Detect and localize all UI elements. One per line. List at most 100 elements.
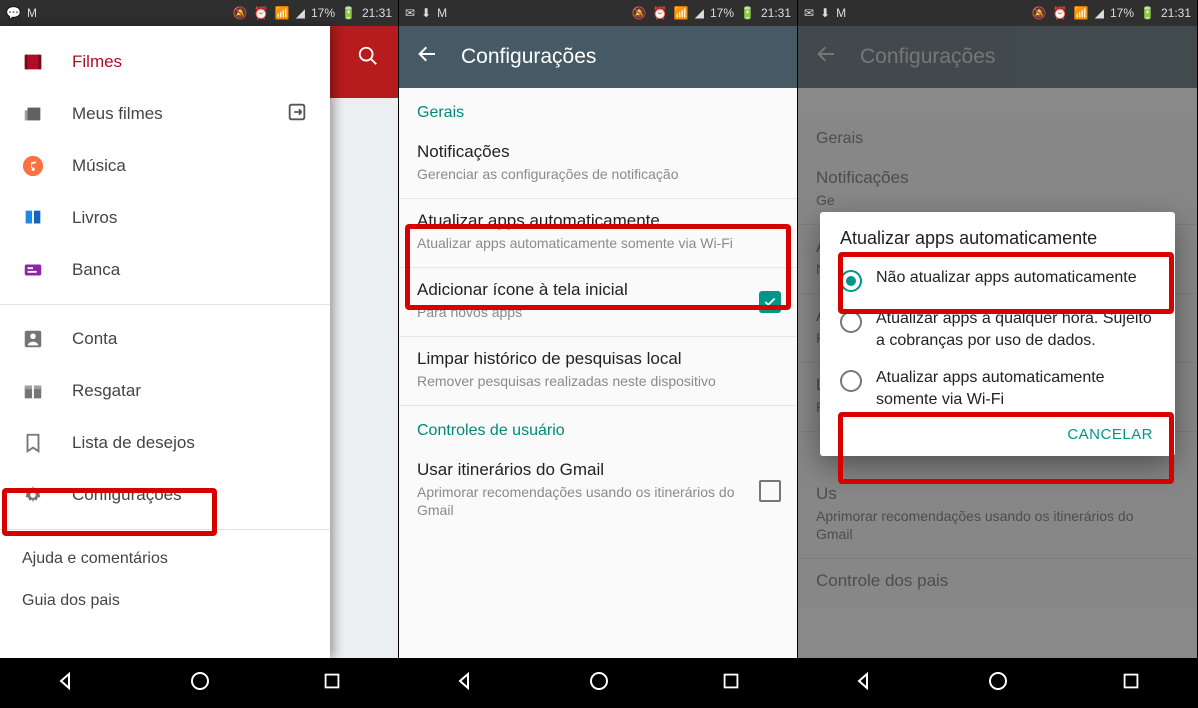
setting-clear-history[interactable]: Limpar histórico de pesquisas local Remo…: [399, 337, 797, 406]
setting-subtitle: Aprimorar recomendações usando os itiner…: [417, 483, 779, 521]
mute-icon: 🔕: [233, 6, 248, 20]
status-bar: 💬 M 🔕 ⏰ 📶 ◢ 17% 🔋 21:31: [0, 0, 398, 26]
pane-dialog: ✉ ⬇ M 🔕 ⏰ 📶 ◢ 17% 🔋 21:31 Configurações: [798, 0, 1197, 708]
battery-pct: 17%: [311, 6, 335, 20]
wifi-icon: 📶: [275, 6, 290, 20]
pane-drawer: 💬 M 🔕 ⏰ 📶 ◢ 17% 🔋 21:31 GÊNERO MAIS Moor…: [0, 0, 399, 708]
drawer-item-filmes[interactable]: Filmes: [0, 36, 330, 88]
alarm-icon: ⏰: [1053, 6, 1068, 20]
back-nav-icon[interactable]: [454, 669, 478, 698]
radio-option-none[interactable]: Não atualizar apps automaticamente: [834, 259, 1161, 300]
auto-update-dialog: Atualizar apps automaticamente Não atual…: [820, 212, 1175, 456]
recents-nav-icon[interactable]: [720, 670, 742, 697]
book-icon: [22, 207, 44, 229]
newsstand-icon: [22, 259, 44, 281]
drawer-item-label: Banca: [72, 260, 120, 280]
mail-icon: ✉: [405, 6, 415, 20]
wifi-icon: 📶: [1074, 6, 1089, 20]
setting-gmail-itineraries[interactable]: Usar itinerários do Gmail Aprimorar reco…: [399, 448, 797, 535]
checkbox-checked-icon[interactable]: [759, 291, 781, 313]
drawer-item-config[interactable]: Configurações: [0, 469, 330, 521]
setting-title: Usar itinerários do Gmail: [417, 460, 779, 480]
setting-subtitle: Para novos apps: [417, 303, 779, 322]
setting-subtitle: Remover pesquisas realizadas neste dispo…: [417, 372, 779, 391]
alarm-icon: ⏰: [653, 6, 668, 20]
library-icon: [22, 103, 44, 125]
mute-icon: 🔕: [632, 6, 647, 20]
search-button[interactable]: [338, 26, 398, 86]
radio-label: Não atualizar apps automaticamente: [876, 267, 1137, 289]
pane-settings: ✉ ⬇ M 🔕 ⏰ 📶 ◢ 17% 🔋 21:31 Configurações …: [399, 0, 798, 708]
drawer-item-meus-filmes[interactable]: Meus filmes: [0, 88, 330, 140]
mail-icon: ✉: [804, 6, 814, 20]
gmail-icon: M: [27, 6, 37, 20]
drawer-item-resgatar[interactable]: Resgatar: [0, 365, 330, 417]
setting-notifications[interactable]: Notificações Gerenciar as configurações …: [399, 130, 797, 199]
nav-drawer: Filmes Meus filmes Música: [0, 26, 330, 658]
battery-icon: 🔋: [341, 6, 356, 20]
android-nav-bar: [798, 658, 1197, 708]
android-nav-bar: [399, 658, 797, 708]
back-icon[interactable]: [415, 42, 439, 72]
checkbox-unchecked-icon[interactable]: [759, 480, 781, 502]
drawer-item-label: Conta: [72, 329, 117, 349]
drawer-item-livros[interactable]: Livros: [0, 192, 330, 244]
drawer-item-banca[interactable]: Banca: [0, 244, 330, 296]
setting-title: Limpar histórico de pesquisas local: [417, 349, 779, 369]
back-nav-icon[interactable]: [853, 669, 877, 698]
drawer-item-label: Livros: [72, 208, 117, 228]
app-bar: Configurações: [399, 26, 797, 88]
gmail-icon: M: [836, 6, 846, 20]
more-link-2[interactable]: MAIS: [359, 478, 388, 492]
alarm-icon: ⏰: [254, 6, 269, 20]
home-nav-icon[interactable]: [587, 669, 611, 698]
clock: 21:31: [362, 6, 392, 20]
music-icon: [22, 155, 44, 177]
setting-add-icon[interactable]: Adicionar ícone à tela inicial Para novo…: [399, 268, 797, 337]
bookmark-icon: [22, 432, 44, 454]
drawer-item-musica[interactable]: Música: [0, 140, 330, 192]
battery-pct: 17%: [710, 6, 734, 20]
setting-subtitle: Gerenciar as configurações de notificaçã…: [417, 165, 779, 184]
tab-genero[interactable]: GÊNERO: [326, 98, 398, 138]
download-icon: ⬇: [820, 6, 830, 20]
gmail-icon: M: [437, 6, 447, 20]
signal-icon: ◢: [1095, 6, 1104, 20]
home-nav-icon[interactable]: [986, 669, 1010, 698]
drawer-item-label: Configurações: [72, 485, 182, 505]
radio-unselected-icon: [840, 370, 862, 392]
clock: 21:31: [1161, 6, 1191, 20]
radio-label: Atualizar apps a qualquer hora. Sujeito …: [876, 308, 1155, 351]
drawer-item-ajuda[interactable]: Ajuda e comentários: [0, 538, 330, 580]
signal-icon: ◢: [695, 6, 704, 20]
more-link-1[interactable]: MAIS: [359, 236, 388, 250]
setting-title: Notificações: [417, 142, 779, 162]
drawer-item-label: Resgatar: [72, 381, 141, 401]
wifi-icon: 📶: [674, 6, 689, 20]
drawer-item-desejos[interactable]: Lista de desejos: [0, 417, 330, 469]
clock: 21:31: [761, 6, 791, 20]
android-nav-bar: [0, 658, 398, 708]
home-nav-icon[interactable]: [188, 669, 212, 698]
battery-pct: 17%: [1110, 6, 1134, 20]
status-bar: ✉ ⬇ M 🔕 ⏰ 📶 ◢ 17% 🔋 21:31: [798, 0, 1197, 26]
radio-label: Atualizar apps automaticamente somente v…: [876, 367, 1155, 410]
page-title: Configurações: [461, 45, 596, 69]
recents-nav-icon[interactable]: [1120, 670, 1142, 697]
cancel-button[interactable]: CANCELAR: [1067, 426, 1153, 443]
radio-option-anytime[interactable]: Atualizar apps a qualquer hora. Sujeito …: [834, 300, 1161, 359]
settings-list[interactable]: Gerais Notificações Gerenciar as configu…: [399, 88, 797, 658]
setting-title: Adicionar ícone à tela inicial: [417, 280, 779, 300]
settings-screen-dimmed: Configurações Gerais NotificaçõesGe AN A…: [798, 26, 1197, 658]
drawer-item-label: Lista de desejos: [72, 433, 195, 453]
back-nav-icon[interactable]: [55, 669, 79, 698]
drawer-item-label: Meus filmes: [72, 104, 163, 124]
drawer-item-guia[interactable]: Guia dos pais: [0, 580, 330, 622]
drawer-item-conta[interactable]: Conta: [0, 313, 330, 365]
dialog-title: Atualizar apps automaticamente: [834, 228, 1161, 249]
recents-nav-icon[interactable]: [321, 670, 343, 697]
radio-option-wifi[interactable]: Atualizar apps automaticamente somente v…: [834, 359, 1161, 418]
setting-auto-update[interactable]: Atualizar apps automaticamente Atualizar…: [399, 199, 797, 268]
account-icon: [22, 328, 44, 350]
drawer-item-label: Filmes: [72, 52, 122, 72]
